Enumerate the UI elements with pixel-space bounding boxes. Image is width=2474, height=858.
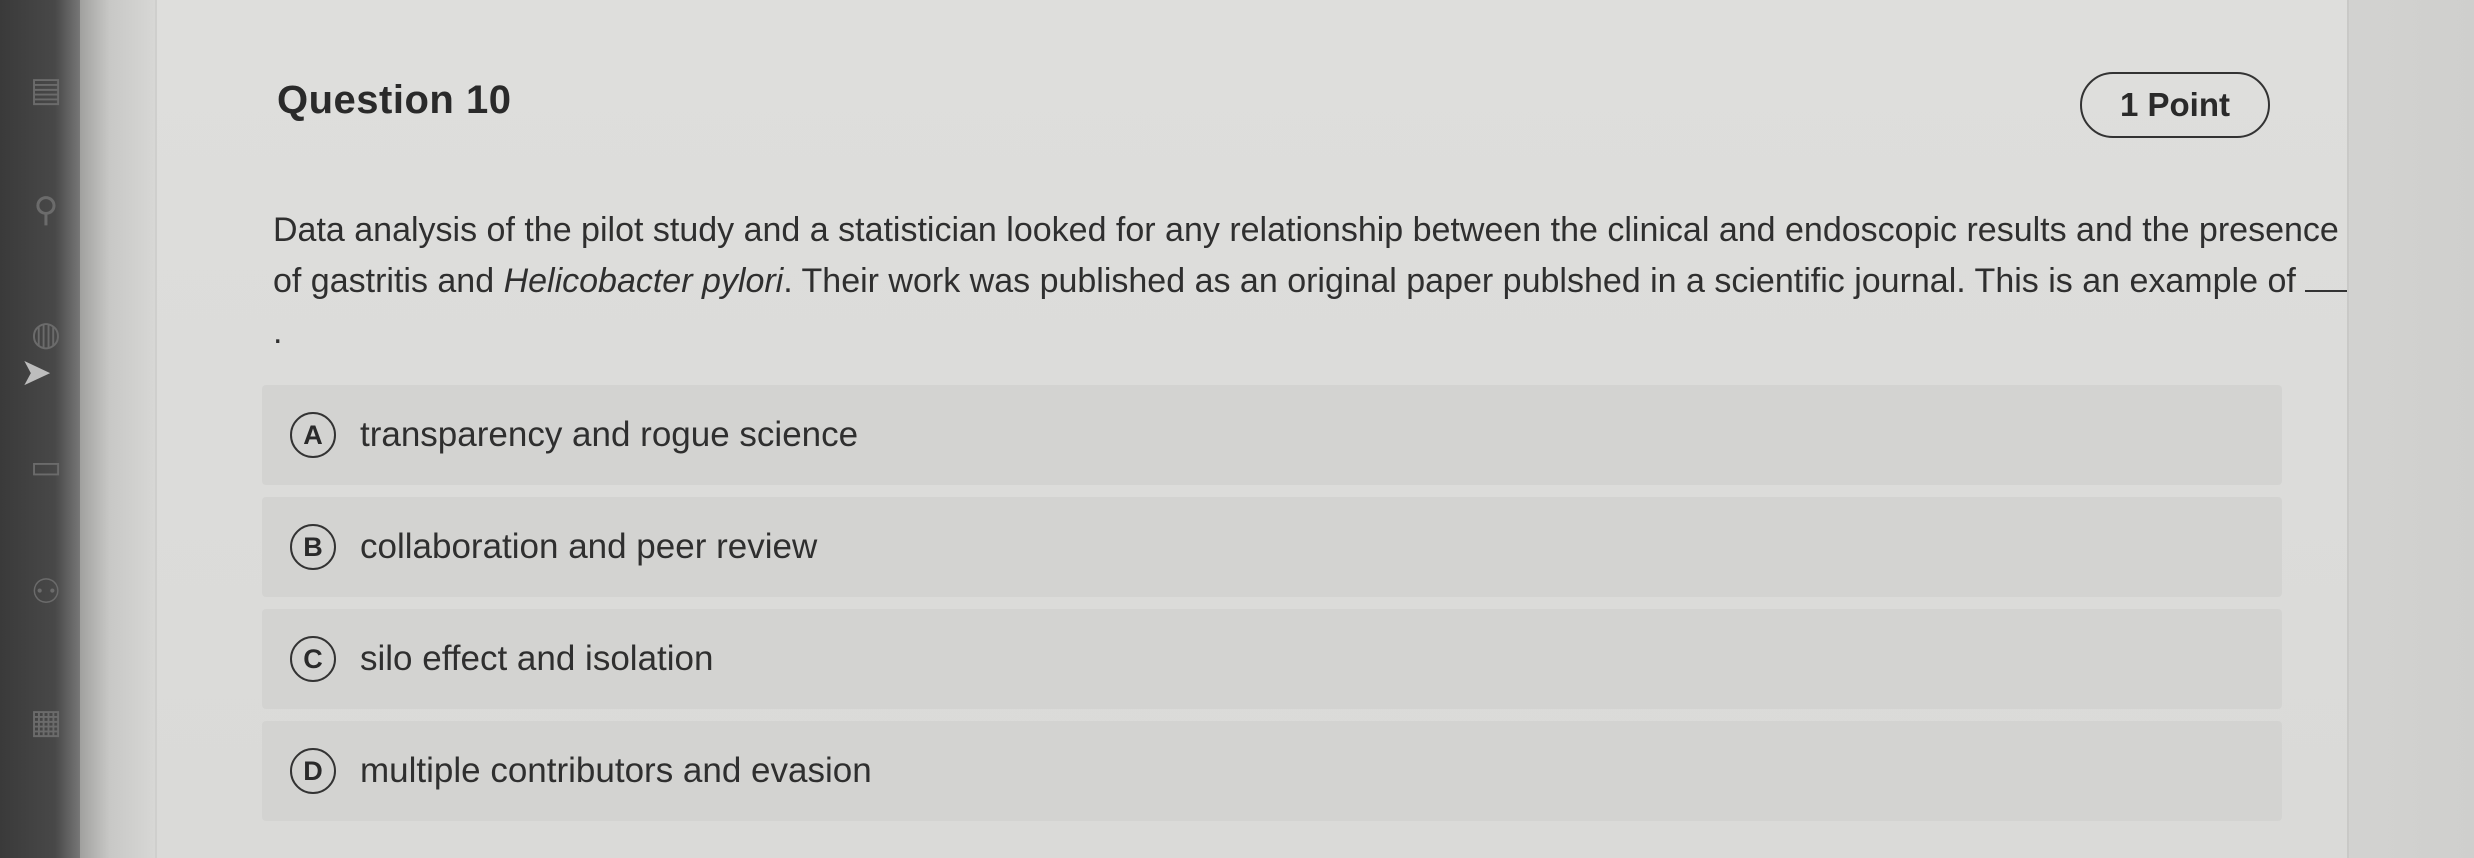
option-b[interactable]: B collaboration and peer review [262, 497, 2282, 597]
option-d[interactable]: D multiple contributors and evasion [262, 721, 2282, 821]
option-letter-badge: D [290, 748, 336, 794]
question-title: Question 10 [277, 78, 512, 122]
option-letter-badge: A [290, 412, 336, 458]
screen: ▤ ⚲ ◍ ➤ ▭ ⚇ ▦ Question 10 1 Point Data a… [0, 0, 2474, 858]
left-toolbar: ▤ ⚲ ◍ ➤ ▭ ⚇ ▦ [0, 0, 80, 858]
question-text-end: . [273, 313, 283, 351]
document-icon[interactable]: ▭ [24, 445, 68, 489]
question-text-italic: Helicobacter pylori [503, 262, 784, 300]
option-label: transparency and rogue science [360, 415, 859, 454]
question-panel: Question 10 1 Point Data analysis of the… [155, 0, 2349, 858]
option-label: collaboration and peer review [360, 527, 818, 566]
question-text-part2: . Their work was published as an origina… [783, 262, 2306, 300]
points-badge: 1 Point [2080, 72, 2270, 138]
question-stem: Data analysis of the pilot study and a s… [273, 205, 2353, 358]
option-label: silo effect and isolation [360, 639, 714, 678]
answer-blank [2305, 270, 2348, 292]
option-letter-badge: C [290, 636, 336, 682]
cursor-icon: ➤ [20, 350, 52, 394]
people-icon[interactable]: ⚇ [24, 570, 68, 614]
option-label: multiple contributors and evasion [360, 751, 872, 790]
book-icon[interactable]: ▤ [24, 68, 68, 112]
option-a[interactable]: A transparency and rogue science [262, 385, 2282, 485]
option-letter-badge: B [290, 524, 336, 570]
search-icon[interactable]: ⚲ [24, 188, 68, 232]
calculator-icon[interactable]: ▦ [24, 700, 68, 744]
option-c[interactable]: C silo effect and isolation [262, 609, 2282, 709]
